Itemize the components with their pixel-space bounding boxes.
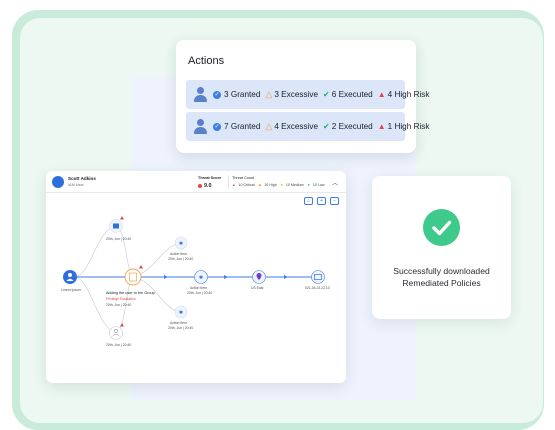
user-node-label: Lorem Ipsum (61, 288, 81, 292)
action-node-time: 20th, Jun | 20:40 (168, 326, 194, 330)
checkmark-icon: ✔ (323, 122, 330, 131)
success-message: Successfully downloaded Remediated Polic… (372, 266, 511, 289)
group-node-time: 20th, Jun | 20:40 (106, 303, 132, 307)
granted-count: 7 Granted (224, 122, 261, 131)
arrow-head (224, 275, 228, 279)
success-line-1: Successfully downloaded (393, 266, 490, 276)
warning-icon: △ (265, 89, 273, 99)
location-node-label: US East (251, 286, 264, 290)
high-risk-icon: ▲ (377, 90, 386, 99)
edge (73, 225, 117, 278)
user-icon (192, 86, 209, 103)
action-node-label: Action Item (190, 286, 207, 290)
action-node-label: Action Item (170, 252, 187, 256)
risk-marker-icon (120, 216, 124, 220)
executed-count: 6 Executed (331, 90, 373, 99)
group-node-label: Adding the user to the Group (106, 291, 155, 295)
risk-marker-icon (139, 265, 143, 269)
high-risk-count: 1 High Risk (387, 122, 430, 131)
checkmark-icon: ✔ (323, 90, 330, 99)
executed-count: 2 Executed (331, 122, 373, 131)
action-row[interactable]: ✓ 7 Granted △ 4 Excessive ✔ 2 Executed ▲… (186, 112, 430, 141)
user-icon (192, 118, 209, 135)
attack-path-graph: ✱ ✱ ✱ (63, 216, 325, 340)
high-risk-count: 4 High Risk (387, 90, 430, 99)
arrow-head (164, 275, 168, 279)
success-card: Successfully downloaded Remediated Polic… (372, 176, 511, 319)
user-node-outline-icon (109, 326, 123, 340)
granted-check-icon: ✓ (213, 90, 221, 99)
risk-marker-icon (120, 323, 124, 327)
action-node-label: Action Item (170, 321, 187, 325)
granted-check-icon: ✓ (213, 122, 221, 131)
group-node-icon (124, 268, 142, 286)
warning-icon: △ (265, 121, 273, 131)
action-node-time: 20th, Jun | 20:40 (168, 257, 194, 261)
privilege-escalation-badge: Privilege Escalation (106, 297, 136, 301)
success-check-icon (423, 209, 460, 246)
action-node-time: 20th, Jun | 20:40 (187, 291, 213, 295)
excessive-count: 4 Excessive (274, 122, 319, 131)
success-line-2: Remediated Policies (402, 277, 481, 288)
action-row[interactable]: ✓ 3 Granted △ 3 Excessive ✔ 6 Executed ▲… (186, 80, 430, 109)
attack-path-panel: Scott Adkins IAM User Threat Score 9.0 T… (46, 171, 346, 383)
high-risk-icon: ▲ (377, 122, 386, 131)
actions-card: Actions ✓ 3 Granted △ 3 Excessive ✔ 6 Ex… (176, 40, 430, 153)
instance-node-label: 021-34.23.22.10 (305, 286, 330, 290)
policy-node-time: 20th, Jun | 20:40 (106, 237, 132, 241)
arrow-head (284, 275, 288, 279)
excessive-count: 3 Excessive (274, 90, 319, 99)
instance-node-icon (311, 270, 325, 284)
actions-title: Actions (188, 55, 225, 67)
granted-count: 3 Granted (224, 90, 261, 99)
user-node-time: 20th, Jun | 20:40 (106, 343, 132, 347)
